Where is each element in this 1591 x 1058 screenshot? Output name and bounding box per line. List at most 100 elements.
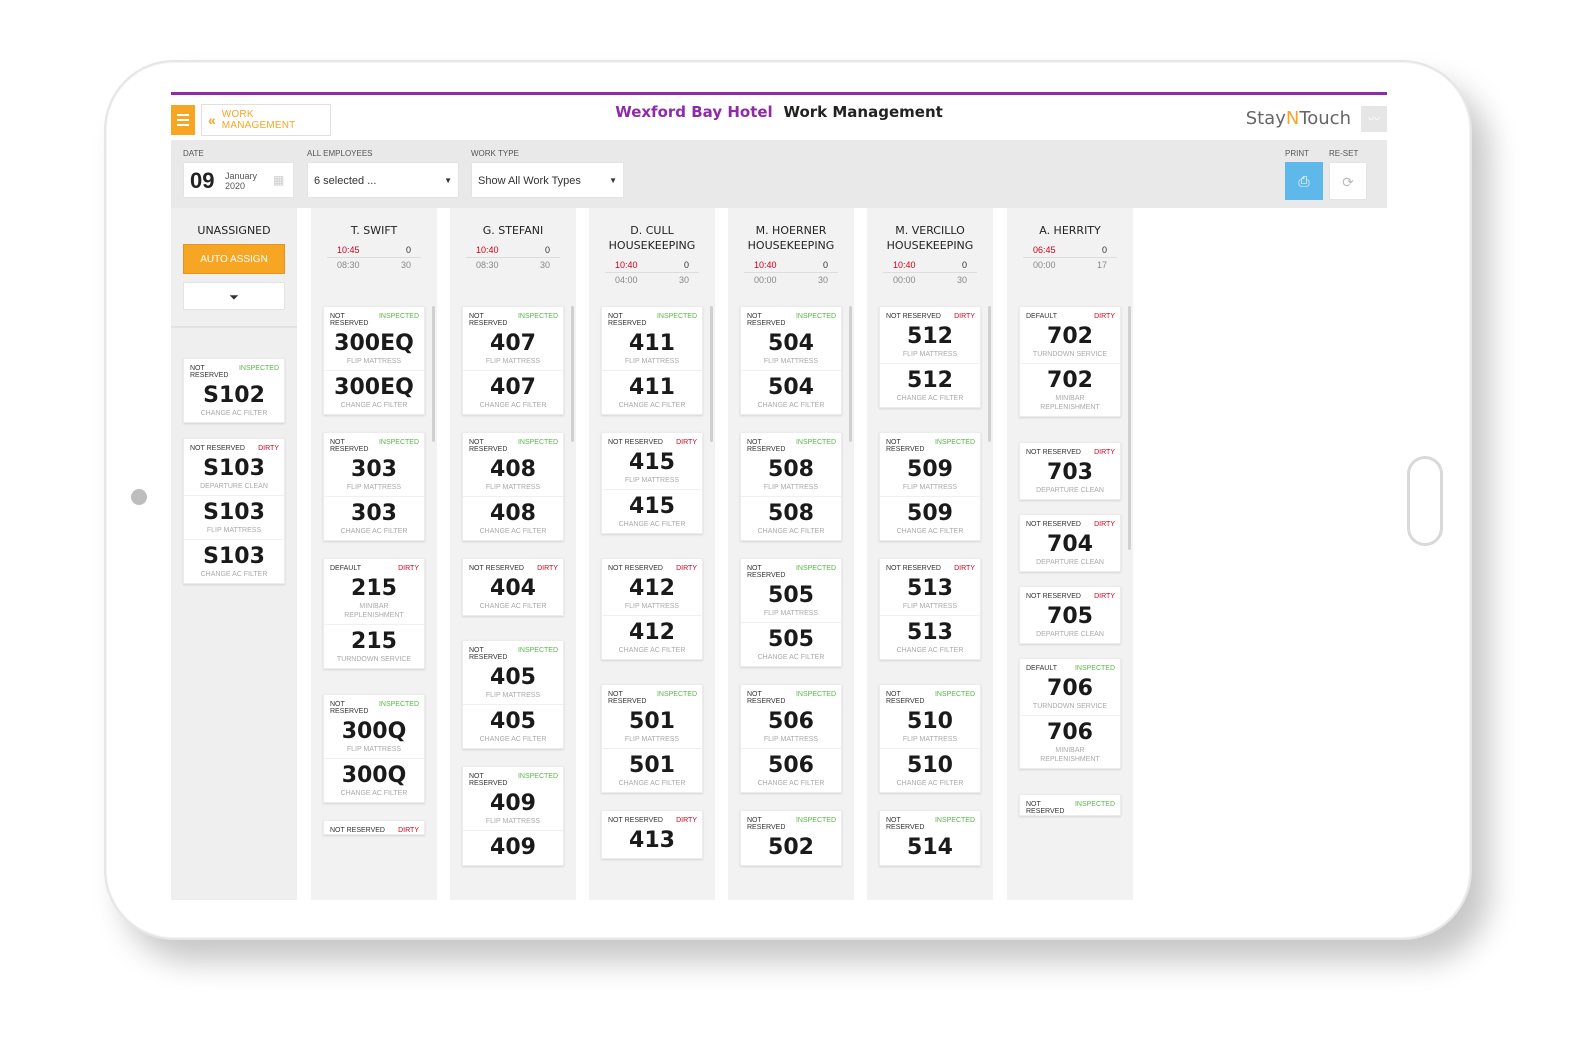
task-item[interactable]: 413 bbox=[602, 824, 702, 858]
task-item[interactable]: 408 FLIP MATTRESS bbox=[463, 453, 563, 496]
room-card[interactable]: NOT RESERVED DIRTY 703 DEPARTURE CLEAN bbox=[1019, 442, 1121, 500]
room-card[interactable]: NOT RESERVED INSPECTED 408 FLIP MATTRESS 408… bbox=[462, 432, 564, 541]
task-item[interactable]: 506 CHANGE AC FILTER bbox=[741, 748, 841, 792]
room-card[interactable]: NOT RESERVED INSPECTED 508 FLIP MATTRESS 508… bbox=[740, 432, 842, 541]
task-item[interactable]: 702 MINIBAR REPLENISHMENT bbox=[1020, 363, 1120, 416]
room-card[interactable]: NOT RESERVED INSPECTED 505 FLIP MATTRESS 505… bbox=[740, 558, 842, 667]
task-item[interactable]: 415 CHANGE AC FILTER bbox=[602, 489, 702, 533]
employees-select[interactable]: 6 selected ... ▼ bbox=[307, 162, 459, 198]
scrollbar[interactable] bbox=[988, 306, 991, 442]
task-item[interactable]: 514 bbox=[880, 831, 980, 865]
task-item[interactable]: 411 CHANGE AC FILTER bbox=[602, 370, 702, 414]
room-card[interactable]: NOT RESERVED DIRTY 404 CHANGE AC FILTER bbox=[462, 558, 564, 616]
task-item[interactable]: 510 CHANGE AC FILTER bbox=[880, 748, 980, 792]
room-card[interactable]: NOT RESERVED DIRTY 704 DEPARTURE CLEAN bbox=[1019, 514, 1121, 572]
task-item[interactable]: 704 DEPARTURE CLEAN bbox=[1020, 528, 1120, 571]
task-item[interactable]: 502 bbox=[741, 831, 841, 865]
task-item[interactable]: 408 CHANGE AC FILTER bbox=[463, 496, 563, 540]
task-item[interactable]: 501 CHANGE AC FILTER bbox=[602, 748, 702, 792]
task-item[interactable]: 510 FLIP MATTRESS bbox=[880, 705, 980, 748]
room-card[interactable]: NOT RESERVED INSPECTED 506 FLIP MATTRESS 506… bbox=[740, 684, 842, 793]
task-item[interactable]: 512 FLIP MATTRESS bbox=[880, 320, 980, 363]
room-card[interactable]: NOT RESERVED DIRTY bbox=[323, 820, 425, 835]
task-item[interactable]: 506 FLIP MATTRESS bbox=[741, 705, 841, 748]
task-item[interactable]: 404 CHANGE AC FILTER bbox=[463, 572, 563, 615]
task-item[interactable]: 409 bbox=[463, 830, 563, 865]
task-item[interactable]: 705 DEPARTURE CLEAN bbox=[1020, 600, 1120, 643]
room-card[interactable]: NOT RESERVED INSPECTED 407 FLIP MATTRESS 407… bbox=[462, 306, 564, 415]
room-card[interactable]: NOT RESERVED DIRTY 513 FLIP MATTRESS 513 CHAN… bbox=[879, 558, 981, 660]
task-item[interactable]: 303 CHANGE AC FILTER bbox=[324, 496, 424, 540]
task-item[interactable]: 509 FLIP MATTRESS bbox=[880, 453, 980, 496]
task-item[interactable]: 706 MINIBAR REPLENISHMENT bbox=[1020, 715, 1120, 768]
task-item[interactable]: S103 DEPARTURE CLEAN bbox=[184, 452, 284, 495]
task-item[interactable]: 702 TURNDOWN SERVICE bbox=[1020, 320, 1120, 363]
room-card[interactable]: NOT RESERVED INSPECTED 303 FLIP MATTRESS 303… bbox=[323, 432, 425, 541]
room-card[interactable]: NOT RESERVED DIRTY 512 FLIP MATTRESS 512 CHAN… bbox=[879, 306, 981, 408]
task-item[interactable]: 513 FLIP MATTRESS bbox=[880, 572, 980, 615]
task-item[interactable]: 512 CHANGE AC FILTER bbox=[880, 363, 980, 407]
task-item[interactable]: 300Q CHANGE AC FILTER bbox=[324, 758, 424, 802]
task-item[interactable]: 508 FLIP MATTRESS bbox=[741, 453, 841, 496]
task-item[interactable]: 501 FLIP MATTRESS bbox=[602, 705, 702, 748]
room-card[interactable]: NOT RESERVED INSPECTED S102 CHANGE AC FILTE… bbox=[183, 358, 285, 423]
task-item[interactable]: 405 FLIP MATTRESS bbox=[463, 661, 563, 704]
room-card[interactable]: NOT RESERVED DIRTY S103 DEPARTURE CLEAN S103… bbox=[183, 438, 285, 584]
task-item[interactable]: 215 MINIBAR REPLENISHMENT bbox=[324, 572, 424, 624]
task-item[interactable]: 411 FLIP MATTRESS bbox=[602, 327, 702, 370]
room-card[interactable]: NOT RESERVED INSPECTED 501 FLIP MATTRESS 501… bbox=[601, 684, 703, 793]
room-card[interactable]: NOT RESERVED INSPECTED 502 bbox=[740, 810, 842, 866]
print-button[interactable]: ⎙ bbox=[1285, 162, 1323, 200]
task-item[interactable]: 407 FLIP MATTRESS bbox=[463, 327, 563, 370]
auto-assign-button[interactable]: AUTO ASSIGN bbox=[183, 244, 285, 274]
task-item[interactable]: 505 FLIP MATTRESS bbox=[741, 579, 841, 622]
task-item[interactable]: 513 CHANGE AC FILTER bbox=[880, 615, 980, 659]
scrollbar[interactable] bbox=[849, 306, 852, 442]
task-item[interactable]: 300EQ FLIP MATTRESS bbox=[324, 327, 424, 370]
room-card[interactable]: NOT RESERVED INSPECTED 510 FLIP MATTRESS 510… bbox=[879, 684, 981, 793]
task-item[interactable]: S103 FLIP MATTRESS bbox=[184, 495, 284, 539]
task-item[interactable]: 412 CHANGE AC FILTER bbox=[602, 615, 702, 659]
room-card[interactable]: NOT RESERVED DIRTY 415 FLIP MATTRESS 415 CHAN… bbox=[601, 432, 703, 534]
filter-button[interactable]: ⏷ bbox=[183, 282, 285, 310]
home-button[interactable] bbox=[1407, 456, 1443, 546]
task-item[interactable]: 215 TURNDOWN SERVICE bbox=[324, 624, 424, 668]
task-item[interactable]: 405 CHANGE AC FILTER bbox=[463, 704, 563, 748]
scrollbar[interactable] bbox=[571, 306, 574, 442]
task-item[interactable]: 415 FLIP MATTRESS bbox=[602, 446, 702, 489]
task-item[interactable]: S102 CHANGE AC FILTER bbox=[184, 379, 284, 422]
task-item[interactable]: 303 FLIP MATTRESS bbox=[324, 453, 424, 496]
room-card[interactable]: NOT RESERVED INSPECTED 300Q FLIP MATTRESS 30… bbox=[323, 694, 425, 803]
task-item[interactable]: 509 CHANGE AC FILTER bbox=[880, 496, 980, 540]
calendar-icon[interactable]: ▦ bbox=[273, 173, 287, 187]
scrollbar[interactable] bbox=[432, 306, 435, 442]
reset-button[interactable]: ⟳ bbox=[1329, 162, 1367, 200]
room-card[interactable]: NOT RESERVED INSPECTED 300EQ FLIP MATTRESS 3… bbox=[323, 306, 425, 415]
scrollbar[interactable] bbox=[710, 306, 713, 442]
task-item[interactable]: 504 FLIP MATTRESS bbox=[741, 327, 841, 370]
task-item[interactable]: 300EQ CHANGE AC FILTER bbox=[324, 370, 424, 414]
task-item[interactable]: 412 FLIP MATTRESS bbox=[602, 572, 702, 615]
room-card[interactable]: NOT RESERVED INSPECTED 405 FLIP MATTRESS 405… bbox=[462, 640, 564, 749]
task-item[interactable]: 407 CHANGE AC FILTER bbox=[463, 370, 563, 414]
task-item[interactable]: 703 DEPARTURE CLEAN bbox=[1020, 456, 1120, 499]
room-card[interactable]: DEFAULT INSPECTED 706 TURNDOWN SERVICE 706 MI… bbox=[1019, 658, 1121, 769]
task-item[interactable]: 508 CHANGE AC FILTER bbox=[741, 496, 841, 540]
date-picker[interactable]: 09 January 2020 ▦ bbox=[183, 162, 294, 198]
room-card[interactable]: NOT RESERVED DIRTY 413 bbox=[601, 810, 703, 859]
worktype-select[interactable]: Show All Work Types ▼ bbox=[471, 162, 624, 198]
task-item[interactable]: 706 TURNDOWN SERVICE bbox=[1020, 672, 1120, 715]
activity-icon[interactable]: 〰 bbox=[1361, 106, 1387, 132]
room-card[interactable]: NOT RESERVED INSPECTED 504 FLIP MATTRESS 504… bbox=[740, 306, 842, 415]
task-item[interactable]: 300Q FLIP MATTRESS bbox=[324, 715, 424, 758]
room-card[interactable]: NOT RESERVED DIRTY 705 DEPARTURE CLEAN bbox=[1019, 586, 1121, 644]
task-item[interactable]: 409 FLIP MATTRESS bbox=[463, 787, 563, 830]
room-card[interactable]: NOT RESERVED INSPECTED 509 FLIP MATTRESS 509… bbox=[879, 432, 981, 541]
task-item[interactable]: 504 CHANGE AC FILTER bbox=[741, 370, 841, 414]
room-card[interactable]: NOT RESERVED INSPECTED 514 bbox=[879, 810, 981, 866]
room-card[interactable]: NOT RESERVED INSPECTED bbox=[1019, 794, 1121, 816]
room-card[interactable]: NOT RESERVED INSPECTED 411 FLIP MATTRESS 411… bbox=[601, 306, 703, 415]
room-card[interactable]: NOT RESERVED DIRTY 412 FLIP MATTRESS 412 CHAN… bbox=[601, 558, 703, 660]
room-card[interactable]: NOT RESERVED INSPECTED 409 FLIP MATTRESS 409 bbox=[462, 766, 564, 866]
scrollbar[interactable] bbox=[1128, 306, 1131, 550]
